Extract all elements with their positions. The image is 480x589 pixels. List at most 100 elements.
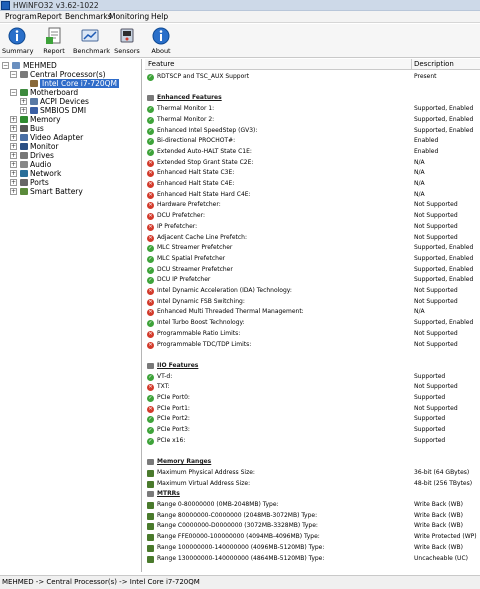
feature-name: PCIe Port0: [157, 394, 190, 401]
menu-report[interactable]: Report [34, 11, 65, 23]
tree-item-label: Smart Battery [30, 187, 83, 196]
feature-description: Write Back (WB) [414, 501, 463, 508]
expand-icon[interactable]: + [10, 143, 17, 150]
feature-row[interactable]: ✓ DCU IP Prefetcher Supported, Enabled [145, 275, 480, 286]
check-icon: ✓ [147, 138, 154, 146]
details-grid: Feature Description ✓ RDTSCP and TSC_AUX … [145, 59, 480, 572]
device-tree: − MEHMED − Central Processor(s) Intel Core… [0, 59, 142, 572]
feature-description: Not Supported [414, 297, 458, 305]
expand-icon[interactable]: + [10, 179, 17, 186]
feature-row[interactable]: ✕ DCU Prefetcher: Not Supported [145, 211, 480, 222]
feature-description: Supported [414, 436, 446, 444]
feature-row[interactable]: ✕ Hardware Prefetcher: Not Supported [145, 200, 480, 211]
expand-icon[interactable]: + [20, 98, 27, 105]
feature-row[interactable]: ✓ VT-d: Supported [145, 372, 480, 383]
feature-description: 48-bit (256 TBytes) [414, 479, 473, 487]
ports-icon [20, 179, 28, 186]
feature-row[interactable]: ✕ Adjacent Cache Line Prefetch: Not Suppor… [145, 233, 480, 244]
about-button[interactable]: About [148, 25, 174, 57]
section-icon [147, 459, 154, 466]
sensors-button[interactable]: Sensors [113, 25, 141, 57]
feature-row[interactable]: ✓ Intel Turbo Boost Technology: Supported,… [145, 318, 480, 329]
feature-description: Supported, Enabled [414, 254, 474, 262]
feature-row[interactable]: ✕ Programmable TDC/TDP Limits: Not Support… [145, 340, 480, 351]
feature-row[interactable]: ✓ PCIe x16: Supported [145, 436, 480, 447]
feature-description: Supported [414, 415, 446, 423]
section-header: Enhanced Features [145, 93, 480, 104]
feature-row[interactable]: Range 80000000-C0000000 (2048MB-3072MB) … [145, 511, 480, 522]
collapse-icon[interactable]: − [10, 71, 17, 78]
expand-icon[interactable]: + [20, 107, 27, 114]
feature-description: Supported [414, 372, 446, 380]
feature-row[interactable]: ✓ DCU Streamer Prefetcher Supported, Enabl… [145, 265, 480, 276]
feature-row[interactable]: ✕ Enhanced Halt State Hard C4E: N/A [145, 190, 480, 201]
feature-row[interactable]: ✓ RDTSCP and TSC_AUX Support Present [145, 72, 480, 83]
summary-button[interactable]: Summary [2, 25, 33, 57]
column-divider[interactable] [411, 59, 412, 70]
check-icon: ✓ [147, 255, 154, 263]
feature-row[interactable]: ✕ TXT: Not Supported [145, 382, 480, 393]
feature-row[interactable]: Maximum Physical Address Size: 36-bit (64… [145, 468, 480, 479]
feature-row[interactable]: ✕ Enhanced Halt State C4E: N/A [145, 179, 480, 190]
header-description[interactable]: Description [414, 59, 454, 70]
feature-row[interactable]: ✓ Thermal Monitor 2: Supported, Enabled [145, 115, 480, 126]
feature-row[interactable]: ✓ MLC Spatial Prefetcher Supported, Enable… [145, 254, 480, 265]
feature-row[interactable]: ✕ Intel Dynamic Acceleration (IDA) Techno… [145, 286, 480, 297]
feature-row[interactable]: Range FFE00000-100000000 (4094MB-4096MB)… [145, 532, 480, 543]
feature-description: Supported, Enabled [414, 105, 474, 113]
feature-row[interactable]: ✕ Enhanced Multi Threaded Thermal Managem… [145, 307, 480, 318]
feature-row[interactable]: ✓ PCIe Port0: Supported [145, 393, 480, 404]
expand-icon[interactable]: + [10, 116, 17, 123]
feature-name: MLC Streamer Prefetcher [157, 244, 233, 252]
section-title: IIO Features [157, 361, 199, 369]
expand-icon[interactable]: + [10, 152, 17, 159]
collapse-icon[interactable]: − [10, 89, 17, 96]
report-button[interactable]: Report [40, 25, 68, 57]
feature-description: Not Supported [414, 340, 458, 348]
feature-row[interactable]: Maximum Virtual Address Size: 48-bit (256… [145, 479, 480, 490]
feature-row[interactable]: ✕ Extended Stop Grant State C2E: N/A [145, 158, 480, 169]
menu-monitoring[interactable]: Monitoring [106, 11, 152, 23]
feature-row[interactable]: ✕ Intel Dynamic FSB Switching: Not Support… [145, 297, 480, 308]
header-feature[interactable]: Feature [148, 59, 174, 70]
memory-chip-icon [147, 480, 154, 488]
menu-help[interactable]: Help [148, 11, 171, 23]
expand-icon[interactable]: + [10, 161, 17, 168]
expand-icon[interactable]: + [10, 134, 17, 141]
check-icon: ✓ [147, 437, 154, 445]
feature-name: Adjacent Cache Line Prefetch: [157, 233, 247, 241]
feature-row[interactable]: ✕ Programmable Ratio Limits: Not Supported [145, 329, 480, 340]
collapse-icon[interactable]: − [2, 62, 9, 69]
toolbar: Summary Report Benchmark Sensors About [0, 24, 480, 58]
motherboard-icon [20, 89, 28, 96]
feature-row[interactable]: ✓ Enhanced Intel SpeedStep (GV3): Supporte… [145, 126, 480, 137]
benchmark-button[interactable]: Benchmark [73, 25, 110, 57]
feature-description: Supported, Enabled [414, 115, 474, 123]
feature-row[interactable]: Range C0000000-D0000000 (3072MB-3328MB) … [145, 521, 480, 532]
tree-item-label: Monitor [30, 142, 59, 151]
feature-description: Supported [414, 426, 446, 434]
benchmark-icon [81, 29, 99, 42]
feature-row[interactable]: ✕ IP Prefetcher: Not Supported [145, 222, 480, 233]
feature-row[interactable]: ✓ MLC Streamer Prefetcher Supported, Enabl… [145, 243, 480, 254]
expand-icon[interactable]: + [10, 188, 17, 195]
expand-icon[interactable]: + [10, 125, 17, 132]
tree-item-label: Network [30, 169, 62, 178]
section-title: Enhanced Features [157, 94, 222, 102]
expand-icon[interactable]: + [10, 170, 17, 177]
feature-row[interactable]: Range 100000000-140000000 (4096MB-5120MB… [145, 543, 480, 554]
feature-row[interactable]: ✓ Extended Auto-HALT State C1E: Enabled [145, 147, 480, 158]
feature-row[interactable]: ✓ PCIe Port2: Supported [145, 414, 480, 425]
feature-name: Range 100000000-140000000 (4096MB-5120MB… [157, 543, 325, 551]
feature-row[interactable]: ✕ Enhanced Halt State C3E: N/A [145, 168, 480, 179]
feature-row[interactable]: ✕ PCIe Port1: Not Supported [145, 404, 480, 415]
cpu-icon [20, 71, 28, 78]
feature-row[interactable]: ✓ Bi-directional PROCHOT#: Enabled [145, 136, 480, 147]
feature-row[interactable]: ✓ Thermal Monitor 1: Supported, Enabled [145, 104, 480, 115]
feature-name: IP Prefetcher: [157, 222, 198, 230]
feature-description: Supported, Enabled [414, 276, 474, 284]
feature-name: DCU Prefetcher: [157, 212, 205, 220]
feature-row[interactable]: Range 130000000-140000000 (4864MB-5120MB… [145, 554, 480, 565]
feature-row[interactable]: ✓ PCIe Port3: Supported [145, 425, 480, 436]
feature-row[interactable]: Range 0-80000000 (0MB-2048MB) Type: Write… [145, 500, 480, 511]
